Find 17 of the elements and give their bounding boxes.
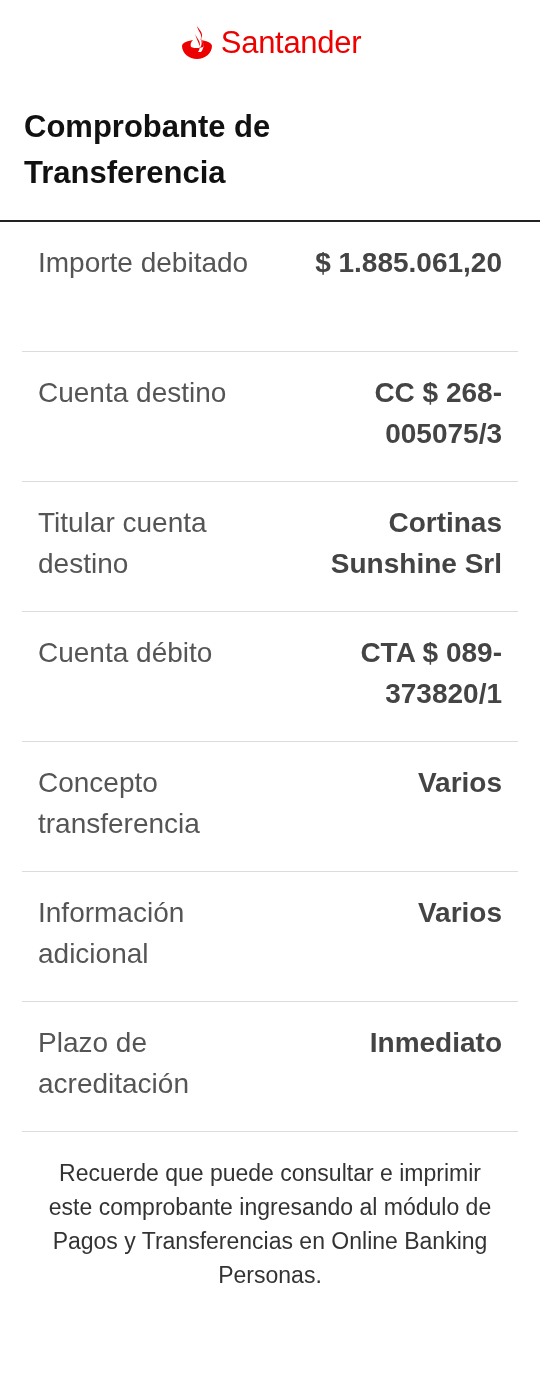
- detail-label: Cuenta destino: [38, 376, 228, 410]
- detail-label: Plazo de acreditación: [38, 1026, 190, 1101]
- detail-value: Varios: [416, 766, 502, 800]
- detail-label: Importe debitado: [38, 246, 250, 280]
- detail-value: CTA $ 089-373820/1: [359, 636, 502, 711]
- footer-note: Recuerde que puede consultar e imprimir este comprobante ingresando al módulo de Pagos y Transferencias en Online Banking Personas.: [47, 1159, 493, 1290]
- detail-value: Inmediato: [368, 1026, 502, 1060]
- detail-value: CC $ 268-005075/3: [373, 376, 502, 451]
- detail-label: Concepto transferencia: [38, 766, 201, 841]
- detail-value: Cortinas Sunshine Srl: [329, 506, 502, 581]
- page-title: Comprobante de Transferencia: [23, 108, 272, 192]
- brand-name: Santander: [220, 25, 362, 61]
- detail-label: Cuenta débito: [38, 636, 214, 670]
- detail-value: $ 1.885.061,20: [314, 246, 502, 280]
- detail-label: Información adicional: [38, 896, 186, 971]
- detail-label: Titular cuenta destino: [38, 506, 208, 581]
- detail-value: Varios: [416, 896, 502, 930]
